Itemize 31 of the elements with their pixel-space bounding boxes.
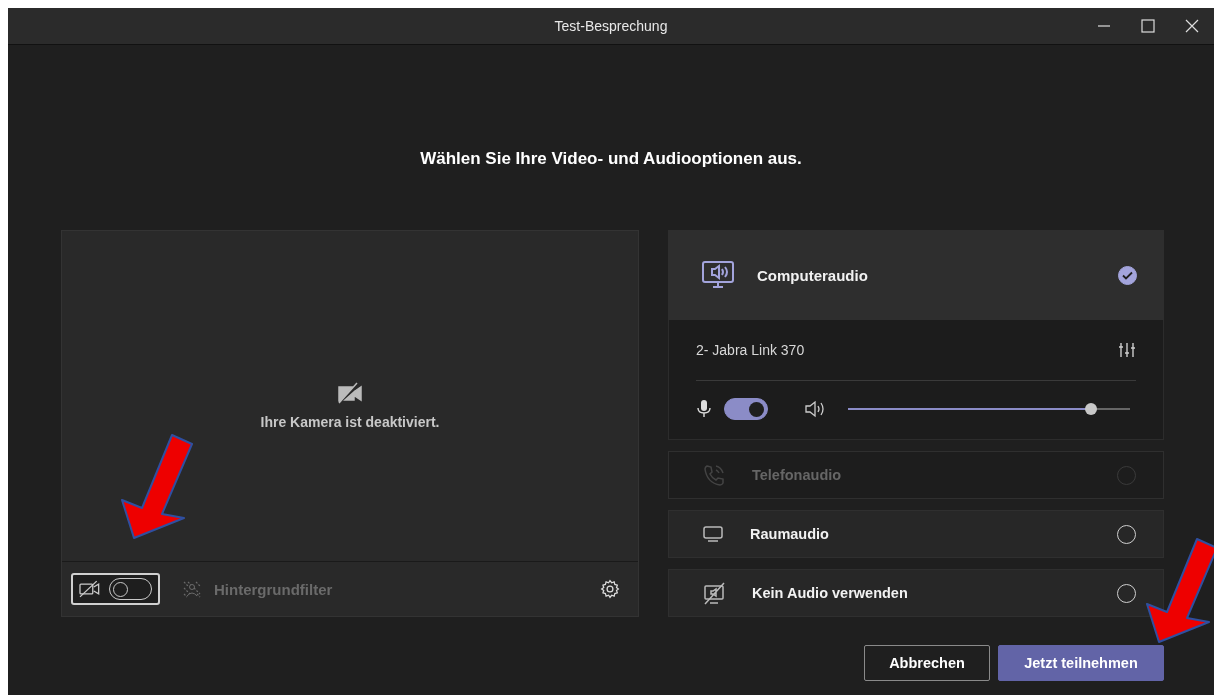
camera-off-icon — [79, 580, 101, 598]
display-icon — [702, 525, 724, 543]
background-filter-icon — [182, 580, 202, 598]
check-icon — [1122, 270, 1133, 280]
audio-option[interactable]: Raumaudio — [668, 510, 1164, 558]
microphone-icon — [696, 399, 712, 419]
slider-thumb[interactable] — [1084, 403, 1097, 415]
close-icon — [1185, 19, 1199, 33]
window-title: Test-Besprechung — [554, 18, 668, 34]
option-label: Computeraudio — [757, 266, 869, 284]
monitor-crossed-icon — [702, 581, 726, 605]
cancel-button[interactable]: Abbrechen — [864, 645, 990, 681]
page-heading: Wählen Sie Ihre Video- und Audiooptionen aus. — [419, 149, 803, 169]
speaker-icon — [804, 400, 826, 418]
monitor-speaker-icon — [701, 260, 735, 290]
sliders-icon[interactable] — [1118, 342, 1136, 358]
camera-toggle[interactable] — [71, 573, 160, 605]
option-label: Raumaudio — [750, 526, 830, 542]
audio-option[interactable]: Computeraudio — [668, 230, 1164, 320]
device-name: 2- Jabra Link 370 — [696, 342, 805, 358]
option-label: Kein Audio verwenden — [752, 585, 909, 601]
radio-button[interactable] — [1118, 265, 1137, 285]
audio-option[interactable]: Kein Audio verwenden — [668, 569, 1164, 617]
phone-icon — [702, 463, 726, 487]
settings-icon[interactable] — [600, 579, 620, 599]
camera-off-icon — [337, 382, 363, 404]
option-label: Telefonaudio — [752, 467, 843, 483]
join-button[interactable]: Jetzt teilnehmen — [998, 645, 1164, 681]
microphone-toggle[interactable] — [724, 398, 768, 420]
camera-status-text: Ihre Kamera ist deaktiviert. — [260, 414, 440, 430]
maximize-icon — [1141, 19, 1155, 33]
